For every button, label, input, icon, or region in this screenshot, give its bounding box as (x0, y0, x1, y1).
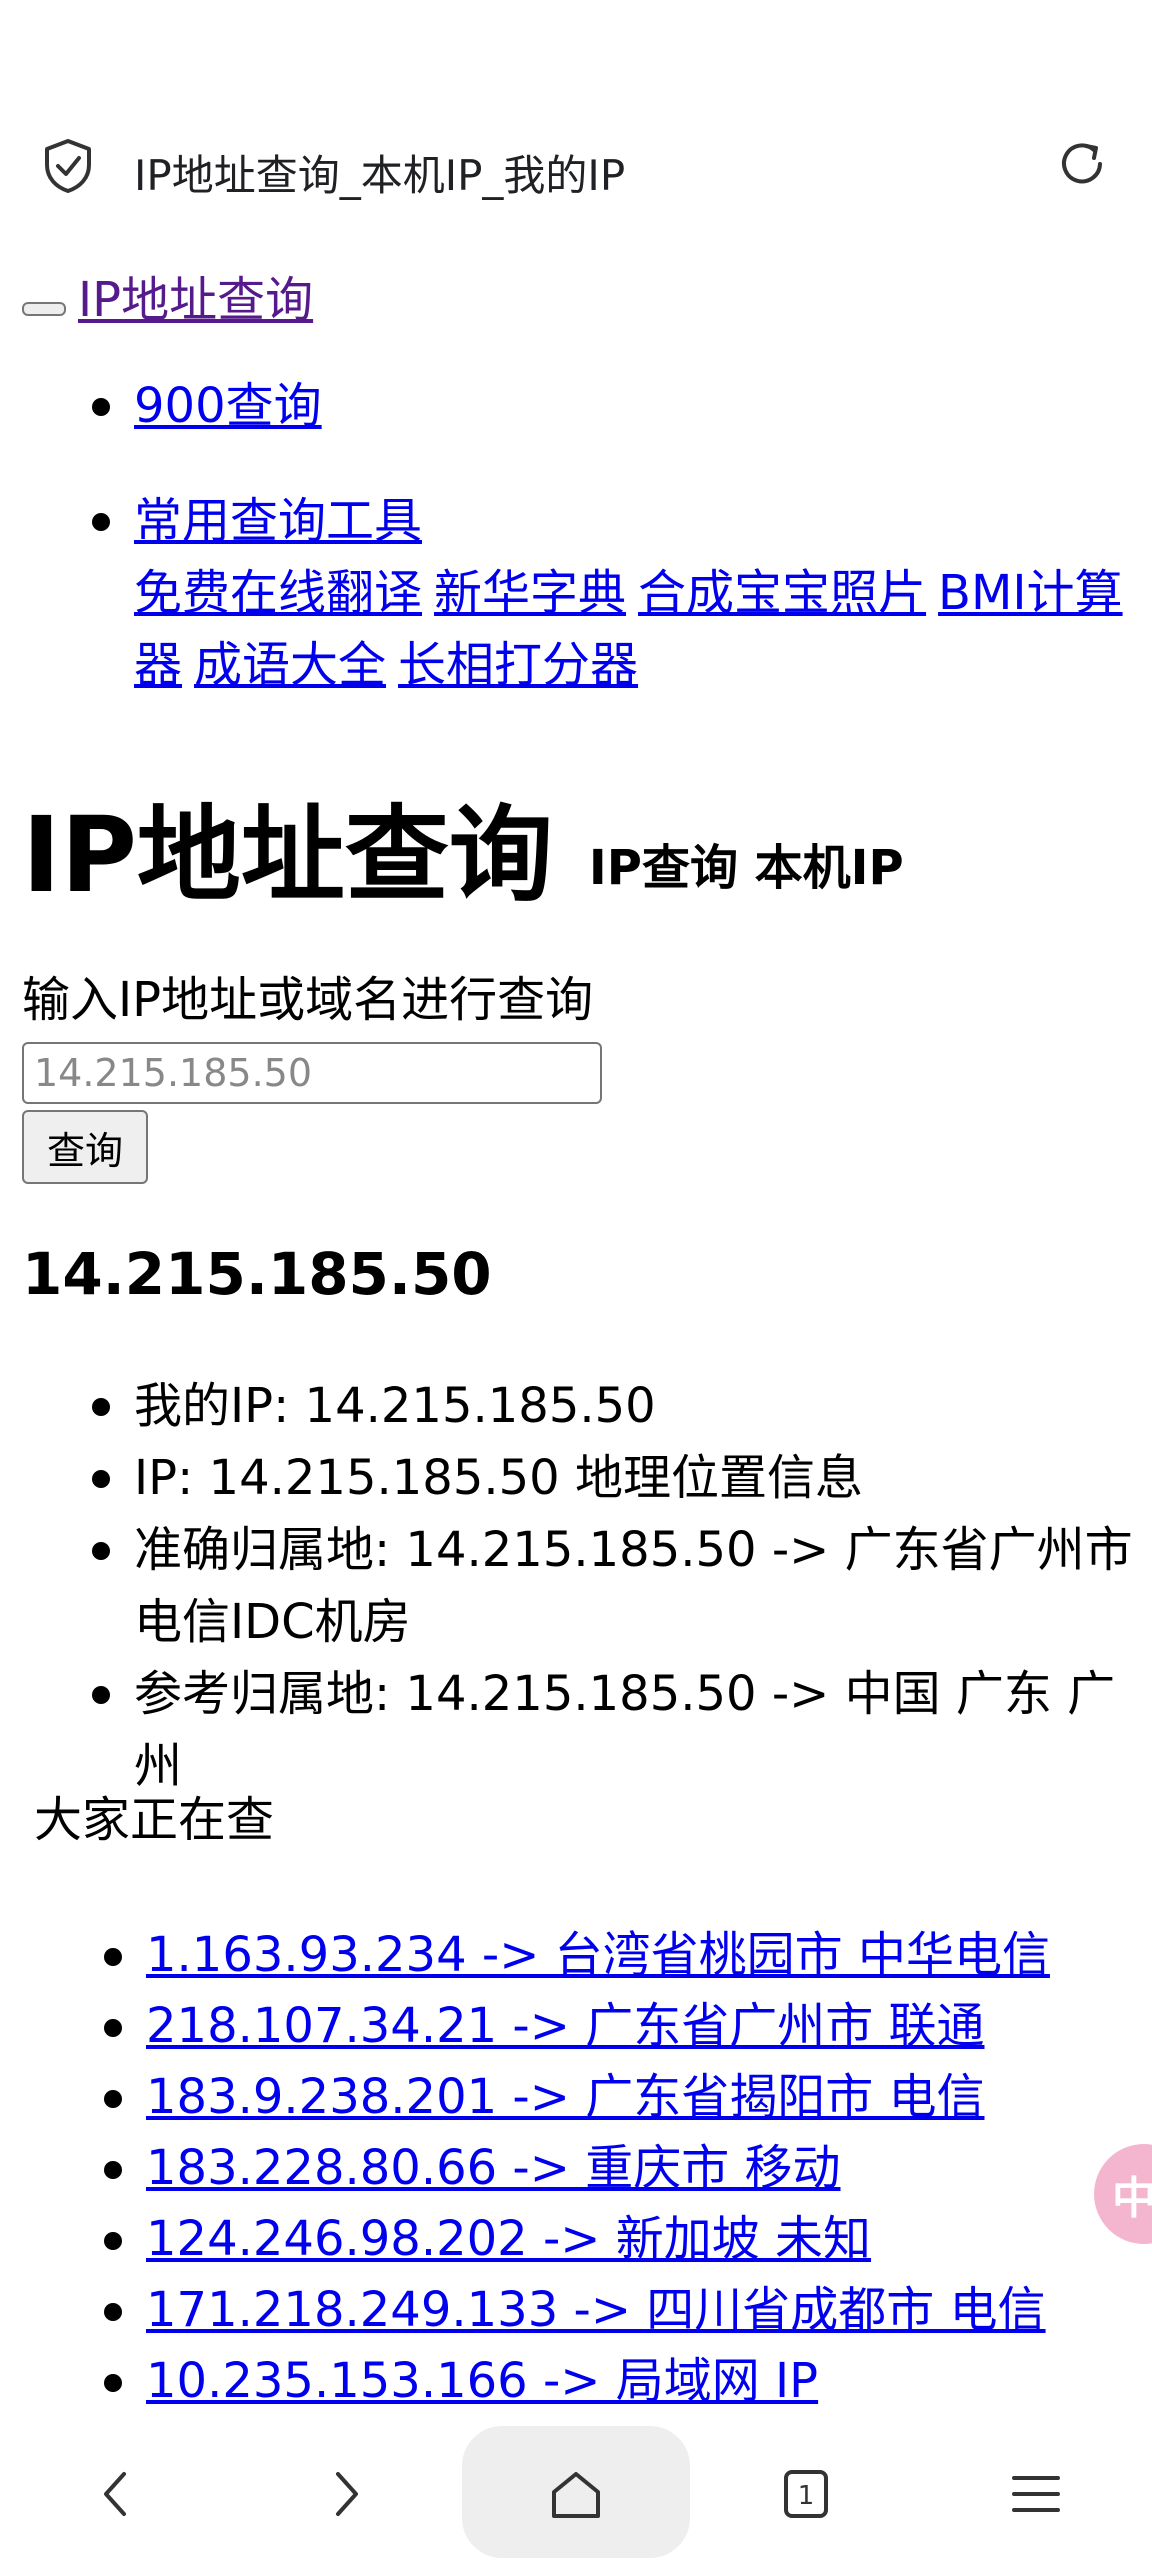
main-heading-subtitle: IP查询 本机IP (588, 839, 904, 896)
browser-top-bar: IP地址查询_本机IP_我的IP (0, 118, 1152, 210)
result-line: 我的IP: 14.215.185.50 (0, 1370, 1134, 1442)
result-line: 准确归属地: 14.215.185.50 -> 广东省广州市电信IDC机房 (0, 1514, 1134, 1658)
tools-list: 常用查询工具 免费在线翻译 新华字典 合成宝宝照片 BMI计算器 成语大全 长相打分器 (0, 485, 1152, 701)
hot-queries-label: 大家正在查 (34, 1792, 275, 1848)
ip-search-input[interactable] (22, 1042, 602, 1104)
tool-link-idioms[interactable]: 成语大全 (194, 637, 386, 693)
nav-link-900[interactable]: 900查询 (134, 378, 322, 434)
bottom-navigation-bar: 1 (0, 2420, 1152, 2560)
list-item: 183.9.238.201 -> 广东省揭阳市 电信 (0, 2062, 1152, 2133)
list-item: 1.163.93.234 -> 台湾省桃园市 中华电信 (0, 1920, 1152, 1991)
reload-icon[interactable] (1056, 138, 1108, 190)
list-item: 10.235.153.166 -> 局域网 IP (0, 2346, 1152, 2417)
tool-link-baby-photo[interactable]: 合成宝宝照片 (638, 565, 926, 621)
page-title[interactable]: IP地址查询_本机IP_我的IP (134, 142, 625, 203)
result-ip-heading: 14.215.185.50 (22, 1240, 492, 1308)
list-item: 124.246.98.202 -> 新加坡 未知 (0, 2204, 1152, 2275)
home-icon[interactable] (546, 2464, 606, 2524)
nav-toggle-button[interactable] (22, 302, 66, 316)
hot-query-link[interactable]: 218.107.34.21 -> 广东省广州市 联通 (146, 1998, 984, 2054)
hot-query-link[interactable]: 124.246.98.202 -> 新加坡 未知 (146, 2211, 871, 2267)
tool-link-translate[interactable]: 免费在线翻译 (134, 565, 422, 621)
tool-link-face-score[interactable]: 长相打分器 (398, 637, 638, 693)
tool-links: 免费在线翻译 新华字典 合成宝宝照片 BMI计算器 成语大全 长相打分器 (134, 557, 1124, 701)
hot-query-link[interactable]: 1.163.93.234 -> 台湾省桃园市 中华电信 (146, 1927, 1050, 1983)
forward-icon[interactable] (316, 2464, 376, 2524)
tabs-icon[interactable]: 1 (776, 2464, 836, 2524)
main-heading-title: IP地址查询 (22, 794, 553, 916)
hot-query-link[interactable]: 10.235.153.166 -> 局域网 IP (146, 2353, 818, 2409)
back-icon[interactable] (86, 2464, 146, 2524)
nav-list: 900查询 (0, 370, 1152, 442)
main-heading: IP地址查询 IP查询 本机IP (22, 770, 904, 921)
nav-item: 900查询 (0, 370, 1152, 442)
hot-query-link[interactable]: 183.9.238.201 -> 广东省揭阳市 电信 (146, 2069, 984, 2125)
list-item: 183.228.80.66 -> 重庆市 移动 (0, 2133, 1152, 2204)
list-item: 218.107.34.21 -> 广东省广州市 联通 (0, 1991, 1152, 2062)
nav-item: 常用查询工具 免费在线翻译 新华字典 合成宝宝照片 BMI计算器 成语大全 长相打分器 (0, 485, 1152, 701)
result-list: 我的IP: 14.215.185.50 IP: 14.215.185.50 地理… (0, 1370, 1152, 1802)
hot-query-link[interactable]: 171.218.249.133 -> 四川省成都市 电信 (146, 2282, 1046, 2338)
tab-count: 1 (798, 2481, 815, 2511)
query-label: 输入IP地址或域名进行查询 (22, 972, 594, 1028)
query-button[interactable]: 查询 (22, 1110, 148, 1184)
result-line: IP: 14.215.185.50 地理位置信息 (0, 1442, 1134, 1514)
nav-link-tools[interactable]: 常用查询工具 (134, 493, 422, 549)
site-home-link[interactable]: IP地址查询 (78, 260, 313, 330)
hot-queries-list: 1.163.93.234 -> 台湾省桃园市 中华电信 218.107.34.2… (0, 1920, 1152, 2417)
hot-query-link[interactable]: 183.228.80.66 -> 重庆市 移动 (146, 2140, 840, 2196)
list-item: 171.218.249.133 -> 四川省成都市 电信 (0, 2275, 1152, 2346)
menu-icon[interactable] (1006, 2464, 1066, 2524)
shield-check-icon[interactable] (42, 138, 94, 194)
tool-link-dictionary[interactable]: 新华字典 (434, 565, 626, 621)
